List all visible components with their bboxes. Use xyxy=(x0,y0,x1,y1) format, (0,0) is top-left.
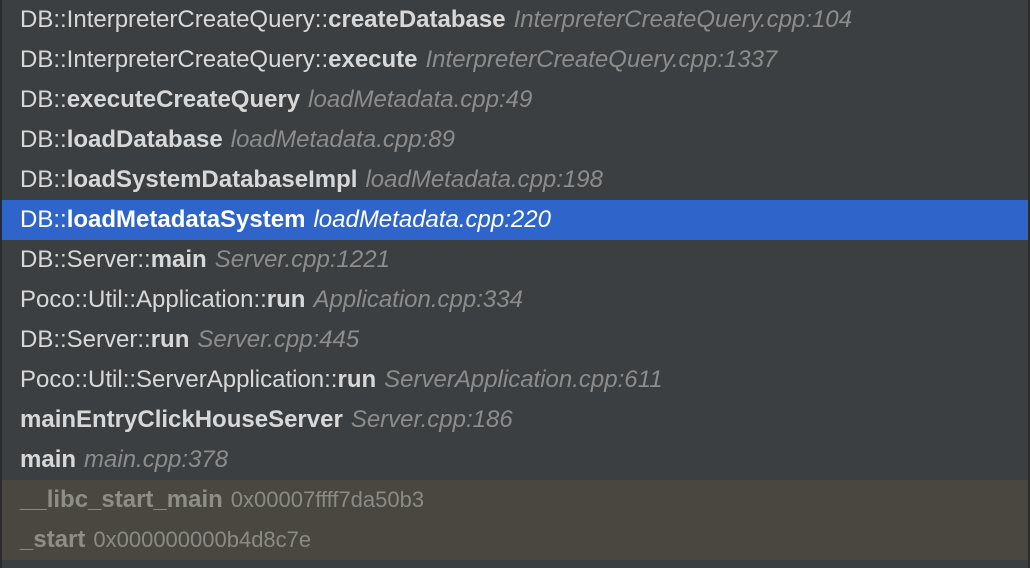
frame-function: DB::loadMetadataSystem xyxy=(20,206,305,234)
frame-function: main xyxy=(20,446,76,474)
frame-function-name: _start xyxy=(20,526,86,553)
frame-function: __libc_start_main xyxy=(20,486,223,514)
frame-location: Server.cpp:445 xyxy=(197,326,360,353)
frame-location: loadMetadata.cpp:198 xyxy=(365,166,603,193)
frame-function: DB::executeCreateQuery xyxy=(20,86,300,114)
stack-frame-row[interactable]: main main.cpp:378 xyxy=(2,440,1028,480)
frame-location: InterpreterCreateQuery.cpp:1337 xyxy=(425,46,778,73)
frame-location: InterpreterCreateQuery.cpp:104 xyxy=(513,6,852,33)
frame-function-name: loadMetadataSystem xyxy=(66,206,306,233)
frame-location: Application.cpp:334 xyxy=(313,286,523,313)
stack-frame-row[interactable]: DB::Server::main Server.cpp:1221 xyxy=(2,240,1028,280)
frame-function: Poco::Util::Application::run xyxy=(20,286,305,314)
frame-function-name: createDatabase xyxy=(328,6,506,33)
frame-function: DB::Server::run xyxy=(20,326,189,354)
frame-location: loadMetadata.cpp:220 xyxy=(313,206,551,233)
frame-location: Server.cpp:1221 xyxy=(214,246,390,273)
frame-function-name: execute xyxy=(328,46,418,73)
frame-namespace: DB:: xyxy=(20,166,67,193)
stack-frame-row[interactable]: mainEntryClickHouseServer Server.cpp:186 xyxy=(2,400,1028,440)
stack-frame-row[interactable]: DB::Server::run Server.cpp:445 xyxy=(2,320,1028,360)
stack-frame-row[interactable]: Poco::Util::Application::run Application.… xyxy=(2,280,1028,320)
stack-frame-row[interactable]: DB::loadSystemDatabaseImpl loadMetadata.c… xyxy=(2,160,1028,200)
frame-location: ServerApplication.cpp:611 xyxy=(384,366,663,393)
stack-frame-row[interactable]: DB::loadDatabase loadMetadata.cpp:89 xyxy=(2,120,1028,160)
frame-function-name: run xyxy=(337,366,377,393)
stack-frame-row[interactable]: DB::InterpreterCreateQuery::execute Inter… xyxy=(2,40,1028,80)
frame-function-name: executeCreateQuery xyxy=(66,86,301,113)
frame-namespace: DB::Server:: xyxy=(20,326,151,353)
frame-namespace: DB::InterpreterCreateQuery:: xyxy=(20,6,329,33)
frame-function-name: loadDatabase xyxy=(66,126,223,153)
stack-frame-row[interactable]: __libc_start_main 0x00007ffff7da50b3 xyxy=(2,480,1028,520)
stack-frame-row[interactable]: DB::InterpreterCreateQuery::createDataba… xyxy=(2,0,1028,40)
frame-function-name: run xyxy=(150,326,190,353)
frame-function: DB::Server::main xyxy=(20,246,207,274)
frame-location: main.cpp:378 xyxy=(84,446,229,473)
frame-function: _start xyxy=(20,526,85,554)
frame-namespace: DB::Server:: xyxy=(20,246,151,273)
frame-namespace: DB:: xyxy=(20,126,67,153)
frame-namespace: DB:: xyxy=(20,206,67,233)
stack-frame-row[interactable]: _start 0x000000000b4d8c7e xyxy=(2,520,1028,560)
frame-function-name: mainEntryClickHouseServer xyxy=(20,406,343,433)
frame-address: 0x000000000b4d8c7e xyxy=(93,527,312,552)
call-stack-frames-list: DB::InterpreterCreateQuery::createDataba… xyxy=(0,0,1030,568)
frame-function: Poco::Util::ServerApplication::run xyxy=(20,366,376,394)
frame-function-name: main xyxy=(150,246,207,273)
frame-location: loadMetadata.cpp:89 xyxy=(230,126,455,153)
frame-namespace: Poco::Util::Application:: xyxy=(20,286,267,313)
frame-function-name: main xyxy=(20,446,77,473)
frame-namespace: DB:: xyxy=(20,86,67,113)
frame-function-name: loadSystemDatabaseImpl xyxy=(66,166,358,193)
stack-frame-row[interactable]: DB::executeCreateQuery loadMetadata.cpp:4… xyxy=(2,80,1028,120)
frame-function-name: run xyxy=(266,286,306,313)
frame-function: DB::InterpreterCreateQuery::execute xyxy=(20,46,418,74)
frame-function-name: __libc_start_main xyxy=(20,486,223,513)
frame-namespace: Poco::Util::ServerApplication:: xyxy=(20,366,338,393)
frame-function: mainEntryClickHouseServer xyxy=(20,406,343,434)
frame-location: Server.cpp:186 xyxy=(350,406,513,433)
frame-function: DB::loadSystemDatabaseImpl xyxy=(20,166,357,194)
frame-function: DB::loadDatabase xyxy=(20,126,223,154)
stack-frame-row[interactable]: Poco::Util::ServerApplication::run Server… xyxy=(2,360,1028,400)
frame-address: 0x00007ffff7da50b3 xyxy=(230,487,425,512)
frame-function: DB::InterpreterCreateQuery::createDataba… xyxy=(20,6,506,34)
stack-frame-row[interactable]: DB::loadMetadataSystem loadMetadata.cpp:2… xyxy=(2,200,1028,240)
frame-namespace: DB::InterpreterCreateQuery:: xyxy=(20,46,329,73)
frame-location: loadMetadata.cpp:49 xyxy=(308,86,533,113)
